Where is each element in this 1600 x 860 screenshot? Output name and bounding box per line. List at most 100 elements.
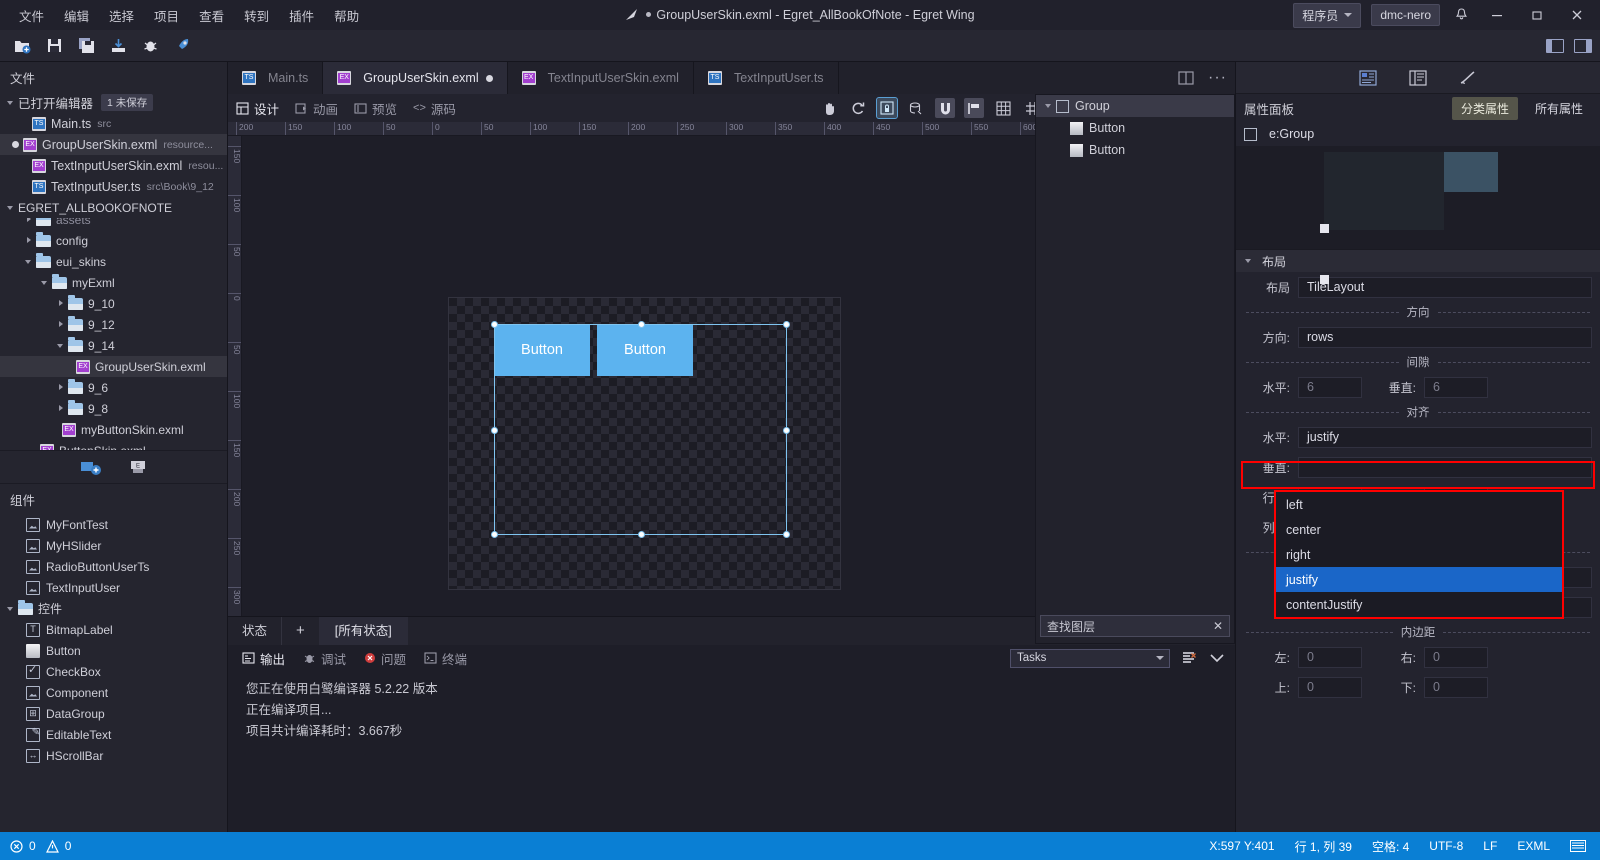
tab-debug[interactable]: 调试 xyxy=(303,649,346,668)
user-name-badge[interactable]: dmc-nero xyxy=(1371,4,1440,26)
dropdown-option-left[interactable]: left xyxy=(1276,492,1562,517)
close-icon[interactable]: ✕ xyxy=(1213,619,1223,633)
padding-left-input[interactable]: 0 xyxy=(1298,646,1362,668)
component-item-bitmaplabel[interactable]: BitmapLabel xyxy=(0,619,227,640)
menu-item-select[interactable]: 选择 xyxy=(100,2,143,29)
refresh-icon[interactable] xyxy=(848,98,868,118)
align-horizontal-dropdown[interactable]: left center right justify contentJustify xyxy=(1274,490,1564,619)
layer-item-button-2[interactable]: Button xyxy=(1036,139,1234,161)
tree-item-myexml[interactable]: myExml xyxy=(0,272,227,293)
align-horizontal-input[interactable]: justify xyxy=(1298,426,1592,448)
open-editor-item-main-ts[interactable]: Main.ts src xyxy=(0,113,227,134)
tree-item-groupuserskin-exml[interactable]: GroupUserSkin.exml xyxy=(0,356,227,377)
tree-item-config[interactable]: config xyxy=(0,230,227,251)
tree-item-assets[interactable]: assets xyxy=(0,218,227,230)
language-mode[interactable]: EXML xyxy=(1517,839,1550,853)
tree-item-9-8[interactable]: 9_8 xyxy=(0,398,227,419)
notifications-bell-icon[interactable] xyxy=(1450,8,1472,22)
component-item-datagroup[interactable]: DataGroup xyxy=(0,703,227,724)
tab-animation[interactable]: 动画 xyxy=(295,99,338,118)
grid-icon[interactable] xyxy=(993,98,1013,118)
add-state-button[interactable]: + xyxy=(282,617,319,645)
editor-tab-main-ts[interactable]: Main.ts xyxy=(228,62,324,94)
resize-handle-w[interactable] xyxy=(491,427,498,434)
tab-output[interactable]: 输出 xyxy=(242,649,285,668)
padding-bottom-input[interactable]: 0 xyxy=(1424,676,1488,698)
toggle-left-panel-icon[interactable] xyxy=(1546,38,1564,53)
menu-item-help[interactable]: 帮助 xyxy=(325,2,368,29)
tab-preview[interactable]: 预览 xyxy=(354,99,397,118)
layer-item-button-1[interactable]: Button xyxy=(1036,117,1234,139)
open-editor-item-groupuserskin[interactable]: GroupUserSkin.exml resource... xyxy=(0,134,227,155)
tree-item-9-12[interactable]: 9_12 xyxy=(0,314,227,335)
line-ending[interactable]: LF xyxy=(1483,839,1497,853)
tree-item-eui-skins[interactable]: eui_skins xyxy=(0,251,227,272)
magnet-icon[interactable] xyxy=(935,98,955,118)
resize-handle-nw[interactable] xyxy=(491,321,498,328)
tree-item-9-14[interactable]: 9_14 xyxy=(0,335,227,356)
menu-item-view[interactable]: 查看 xyxy=(190,2,233,29)
menu-item-goto[interactable]: 转到 xyxy=(235,2,278,29)
tree-item-9-6[interactable]: 9_6 xyxy=(0,377,227,398)
dropdown-option-justify[interactable]: justify xyxy=(1276,567,1562,592)
resize-handle-s[interactable] xyxy=(638,531,645,538)
output-filter-select[interactable]: Tasks xyxy=(1010,648,1170,668)
section-header-layout[interactable]: 布局 xyxy=(1236,250,1600,272)
dropdown-option-right[interactable]: right xyxy=(1276,542,1562,567)
component-item-radiobuttonuserts[interactable]: RadioButtonUserTs xyxy=(0,556,227,577)
import-icon[interactable] xyxy=(108,36,128,56)
keyboard-icon[interactable] xyxy=(1570,840,1586,852)
layout-value-input[interactable]: TileLayout xyxy=(1298,276,1592,298)
resize-handle-se[interactable] xyxy=(783,531,790,538)
project-root-header[interactable]: EGRET_ALLBOOKOFNOTE xyxy=(0,197,227,218)
layer-search-input[interactable]: 查找图层 ✕ xyxy=(1040,615,1230,637)
export-component-icon[interactable]: E xyxy=(128,458,148,476)
error-icon[interactable] xyxy=(10,839,23,853)
state-tab-all[interactable]: [所有状态] xyxy=(318,617,408,645)
gap-horizontal-input[interactable]: 6 xyxy=(1298,376,1362,398)
dropdown-option-center[interactable]: center xyxy=(1276,517,1562,542)
user-role-selector[interactable]: 程序员 xyxy=(1293,2,1362,28)
editor-tab-groupuserskin[interactable]: GroupUserSkin.exml xyxy=(323,62,508,94)
menu-item-project[interactable]: 项目 xyxy=(145,2,188,29)
split-editor-icon[interactable] xyxy=(1178,71,1194,85)
all-properties-button[interactable]: 所有属性 xyxy=(1526,97,1592,120)
padding-right-input[interactable]: 0 xyxy=(1424,646,1488,668)
resize-handle-ne[interactable] xyxy=(783,321,790,328)
direction-value-input[interactable]: rows xyxy=(1298,326,1592,348)
menu-item-plugins[interactable]: 插件 xyxy=(280,2,323,29)
more-actions-icon[interactable]: ··· xyxy=(1208,69,1227,87)
run-icon[interactable] xyxy=(172,36,192,56)
close-button[interactable] xyxy=(1562,0,1592,30)
component-item-myhslider[interactable]: MyHSlider xyxy=(0,535,227,556)
toggle-right-panel-icon[interactable] xyxy=(1574,38,1592,53)
warning-icon[interactable] xyxy=(45,839,59,853)
component-item-component[interactable]: Component xyxy=(0,682,227,703)
align-icon[interactable] xyxy=(964,98,984,118)
encoding[interactable]: UTF-8 xyxy=(1429,839,1463,853)
open-editor-item-textinputuser-ts[interactable]: TextInputUser.ts src\Book\9_12 xyxy=(0,176,227,197)
indentation[interactable]: 空格: 4 xyxy=(1372,838,1409,855)
line-column[interactable]: 行 1, 列 39 xyxy=(1295,838,1352,855)
open-editor-item-textinputuserskin[interactable]: TextInputUserSkin.exml resou... xyxy=(0,155,227,176)
hand-icon[interactable] xyxy=(819,98,839,118)
minimize-button[interactable] xyxy=(1482,0,1512,30)
editor-tab-textinputuser-ts[interactable]: TextInputUser.ts xyxy=(694,62,839,94)
component-item-myfonttest[interactable]: MyFontTest xyxy=(0,514,227,535)
styles-icon[interactable] xyxy=(1459,70,1477,86)
editor-tab-textinputuserskin[interactable]: TextInputUserSkin.exml xyxy=(508,62,694,94)
stage-surface[interactable]: Button Button xyxy=(448,297,841,590)
resize-handle-n[interactable] xyxy=(638,321,645,328)
component-item-editabletext[interactable]: EditableText xyxy=(0,724,227,745)
tab-problems[interactable]: 问题 xyxy=(364,649,406,668)
layers-icon[interactable] xyxy=(906,98,926,118)
menu-item-edit[interactable]: 编辑 xyxy=(55,2,98,29)
open-editors-header[interactable]: 已打开编辑器 1 未保存 xyxy=(0,92,227,113)
states-icon[interactable] xyxy=(1409,69,1427,86)
tab-design[interactable]: 设计 xyxy=(236,99,279,118)
component-item-button[interactable]: Button xyxy=(0,640,227,661)
add-component-icon[interactable] xyxy=(80,458,102,476)
category-properties-button[interactable]: 分类属性 xyxy=(1451,96,1518,120)
resize-handle-sw[interactable] xyxy=(491,531,498,538)
component-item-hscrollbar[interactable]: HScrollBar xyxy=(0,745,227,766)
